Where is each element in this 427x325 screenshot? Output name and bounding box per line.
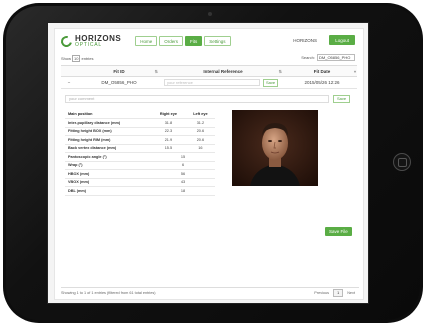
fits-table: Fit ID ⇅ Internal Reference ⇅ Fit Date ▾ − …	[61, 65, 357, 89]
table-controls: Show 10 entries Search: DM_O5856_PHO	[55, 53, 363, 63]
table-header: Fit ID ⇅ Internal Reference ⇅ Fit Date ▾	[61, 66, 357, 77]
logo[interactable]: HORIZONS OPTICAL	[58, 33, 121, 49]
nav-settings[interactable]: Settings	[204, 36, 231, 46]
right-eye-header: Right eye	[151, 110, 186, 119]
measure-row: VBOX (mm) 43	[65, 178, 215, 187]
pagination: Previous 1 Next	[314, 289, 355, 297]
measure-row: HBOX (mm) 56	[65, 169, 215, 179]
camera-icon	[208, 12, 212, 16]
measurements-header: Main position Right eye Left eye	[65, 110, 215, 119]
search-input[interactable]: DM_O5856_PHO	[317, 54, 355, 61]
page-length-select[interactable]: 10	[72, 55, 81, 62]
comment-input[interactable]: your comment	[65, 95, 329, 103]
home-button[interactable]	[393, 153, 411, 171]
measure-row: Pantoscopic angle (°) 15	[65, 152, 215, 162]
sort-icon: ⇅	[278, 68, 282, 74]
main-nav: Home Orders Fits Settings	[135, 36, 231, 46]
sort-desc-icon: ▾	[353, 68, 356, 74]
col-internal-reference[interactable]: Internal Reference ⇅	[161, 66, 285, 76]
header: HORIZONS OPTICAL Home Orders Fits Settin…	[55, 29, 363, 53]
page-button[interactable]: 1	[333, 289, 344, 297]
logo-mark-icon	[58, 33, 75, 49]
measure-row: Wrap (°) 6	[65, 161, 215, 170]
collapse-icon[interactable]: −	[61, 77, 77, 88]
show-label: Show	[61, 56, 72, 61]
logout-button[interactable]: Logout	[329, 35, 355, 45]
reference-cell: your reference Save	[161, 77, 285, 88]
search-label: Search:	[301, 55, 315, 60]
measurements-table: Main position Right eye Left eye Inter-p…	[65, 110, 215, 196]
portrait-image	[232, 110, 318, 186]
table-row[interactable]: − DM_O5856_PHO your reference Save 2015/…	[61, 77, 357, 89]
main-position-header: Main position	[65, 110, 151, 119]
measure-row: Fitting height RIM (mm) 21.9 20.6	[65, 135, 215, 145]
nav-orders[interactable]: Orders	[159, 36, 184, 46]
measure-row: Back vertex distance (mm) 15.5 16	[65, 144, 215, 153]
col-fit-date[interactable]: Fit Date ▾	[285, 66, 359, 76]
comment-save-button[interactable]: Save	[333, 95, 351, 103]
fit-detail: your comment Save Main position Right ey…	[61, 89, 357, 239]
save-file-button[interactable]: Save File	[325, 227, 352, 236]
page-length: Show 10 entries	[61, 55, 93, 62]
entries-label: entries	[81, 56, 94, 61]
table-footer: Showing 1 to 1 of 1 entries (filtered fr…	[61, 287, 359, 297]
sort-icon: ⇅	[154, 68, 158, 74]
previous-button[interactable]: Previous	[314, 291, 329, 295]
header-spacer	[61, 66, 77, 76]
search: Search: DM_O5856_PHO	[301, 54, 355, 61]
left-eye-header: Left eye	[185, 110, 215, 119]
reference-input[interactable]: your reference	[164, 79, 260, 86]
nav-home[interactable]: Home	[135, 36, 158, 46]
measure-row: Fitting height BOX (mm) 22.3 20.6	[65, 127, 215, 136]
nav-fits[interactable]: Fits	[185, 36, 203, 46]
next-button[interactable]: Next	[347, 291, 355, 295]
measure-row: Inter-pupillary distance (mm) 31.8 31.2	[65, 118, 215, 128]
fit-date-cell: 2015/05/26 12:26	[304, 80, 340, 85]
table-info: Showing 1 to 1 of 1 entries (filtered fr…	[61, 291, 156, 295]
measure-row: DBL (mm) 18	[65, 186, 215, 196]
fit-id-cell: DM_O5856_PHO	[101, 80, 137, 85]
app-window: HORIZONS OPTICAL Home Orders Fits Settin…	[54, 28, 364, 300]
user-name: HORIZONS	[293, 38, 317, 43]
reference-save-button[interactable]: Save	[263, 78, 279, 87]
col-fit-id[interactable]: Fit ID ⇅	[77, 66, 161, 76]
customer-photo	[232, 110, 318, 186]
brand-sub: OPTICAL	[75, 41, 102, 48]
tablet-screen: HORIZONS OPTICAL Home Orders Fits Settin…	[47, 22, 369, 304]
